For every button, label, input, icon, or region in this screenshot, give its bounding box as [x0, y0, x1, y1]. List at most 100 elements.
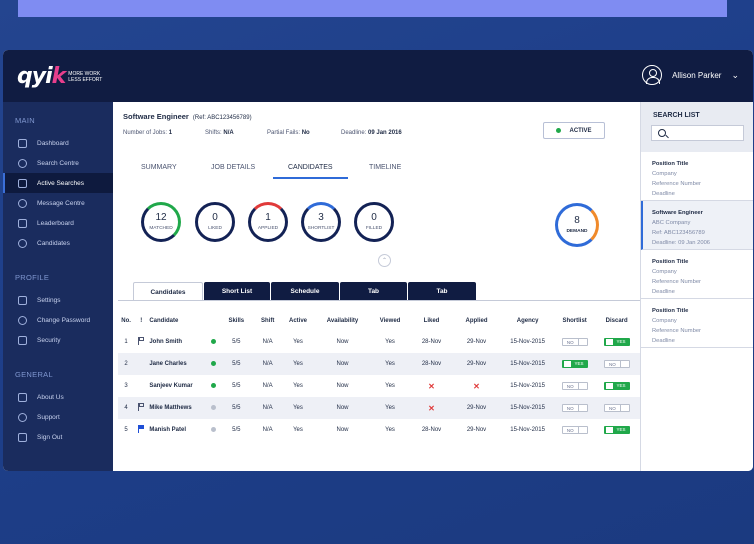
search-list-item[interactable]: Software Engineer ABC Company Ref: ABC1234… — [641, 201, 753, 250]
search-list-detail: Ref: ABC123456789 — [652, 230, 705, 236]
table-row[interactable]: 2 Jane Charles 5/5 N/A Yes Now Yes 28-Nov 29-Nov… — [118, 353, 640, 375]
column-header[interactable]: Liked — [409, 310, 454, 331]
leaderboard-icon — [18, 218, 27, 228]
column-header[interactable]: Availability — [314, 310, 371, 331]
stat-demand[interactable]: 8 DEMAND — [555, 203, 599, 247]
logo[interactable]: qyik MORE WORK LESS EFFORT — [17, 64, 104, 89]
sidebar-item-settings[interactable]: Settings — [3, 290, 113, 310]
user-name: Allison Parker — [672, 70, 722, 80]
stat-matched[interactable]: 12 MATCHED — [141, 202, 181, 242]
subtabs: Candidates Short List Schedule Tab Tab — [133, 282, 477, 301]
sidebar-item-sign-out[interactable]: Sign Out — [3, 427, 113, 447]
sidebar-item-leaderboard[interactable]: Leaderboard — [3, 213, 113, 233]
collapse-up-icon[interactable]: ⌃ — [378, 254, 391, 267]
flag-cell[interactable] — [134, 331, 148, 353]
subtab-candidates[interactable]: Candidates — [133, 282, 203, 301]
search-list-item[interactable]: Position Title Company Reference Number Dea… — [641, 299, 753, 348]
subtab-tab-1[interactable]: Tab — [340, 282, 407, 300]
discard-cell[interactable]: YES — [593, 375, 640, 397]
job-ref: (Ref: ABC123456789) — [192, 115, 252, 121]
flag-icon[interactable] — [137, 403, 145, 411]
candidate-name[interactable]: Mike Matthews — [148, 397, 207, 419]
subtab-tab-2[interactable]: Tab — [408, 282, 476, 300]
tab-candidates[interactable]: CANDIDATES — [288, 164, 333, 171]
column-header[interactable]: Shift — [254, 310, 282, 331]
sidebar-item-label: Search Centre — [37, 159, 79, 167]
column-header[interactable]: Candidate — [148, 310, 207, 331]
shortlist-cell[interactable]: NO — [555, 397, 594, 419]
viewed: Yes — [385, 339, 395, 345]
sidebar-item-support[interactable]: Support — [3, 407, 113, 427]
toggle-switch[interactable]: NO — [561, 338, 588, 346]
toggle-switch[interactable]: YES — [603, 337, 630, 346]
sidebar-item-dashboard[interactable]: Dashboard — [3, 133, 113, 153]
candidate-name[interactable]: Sanjeev Kumar — [148, 375, 207, 397]
availability: Now — [314, 353, 371, 375]
subtab-schedule[interactable]: Schedule — [271, 282, 339, 300]
shortlist-cell[interactable]: NO — [556, 331, 593, 353]
sidebar-item-security[interactable]: Security — [3, 330, 113, 350]
discard-cell[interactable]: YES — [593, 419, 640, 441]
column-header[interactable]: Skills — [219, 310, 253, 331]
flag-cell[interactable] — [134, 419, 148, 441]
sidebar-item-active-searches[interactable]: Active Searches — [3, 173, 113, 193]
column-header[interactable]: ! — [134, 310, 148, 331]
column-header[interactable]: Agency — [499, 310, 556, 331]
search-list-item[interactable]: Position Title Company Reference Number Dea… — [641, 250, 753, 299]
stat-liked[interactable]: 0 LIKED — [195, 202, 235, 242]
status-dot-icon — [210, 360, 216, 366]
column-header[interactable] — [207, 310, 219, 331]
toggle-switch[interactable]: YES — [603, 381, 630, 390]
shortlist-cell[interactable]: YES — [555, 353, 594, 375]
column-header[interactable]: Discard — [593, 310, 640, 331]
table-row[interactable]: 5 Manish Patel 5/5 N/A Yes Now Yes 28-Nov 29-Nov… — [118, 419, 640, 441]
flag-icon[interactable] — [137, 337, 145, 345]
toggle-switch[interactable]: YES — [561, 359, 588, 368]
position-title: Position Title — [652, 161, 689, 167]
table-row[interactable]: 3 Sanjeev Kumar 5/5 N/A Yes Now Yes ✕ ✕ 15-Nov-20… — [118, 375, 640, 397]
candidate-name[interactable]: Jane Charles — [148, 353, 207, 375]
subtab-short-list[interactable]: Short List — [204, 282, 270, 300]
search-list-input[interactable] — [651, 125, 744, 141]
candidate-name[interactable]: Manish Patel — [148, 419, 207, 441]
column-header[interactable]: Viewed — [371, 310, 409, 331]
tab-job-details[interactable]: JOB DETAILS — [211, 164, 255, 171]
sidebar-item-about-us[interactable]: About Us — [3, 387, 113, 407]
shifts: Shifts: N/A — [205, 130, 234, 136]
column-header[interactable]: Applied — [454, 310, 500, 331]
sidebar-item-message-centre[interactable]: Message Centre — [3, 193, 113, 213]
sidebar-item-candidates[interactable]: Candidates — [3, 233, 113, 253]
tab-timeline[interactable]: TIMELINE — [369, 164, 401, 171]
user-menu[interactable]: Allison Parker ⌄ — [642, 65, 739, 85]
column-header[interactable]: No. — [118, 310, 134, 331]
shortlist-cell[interactable]: NO — [556, 419, 593, 441]
toggle-switch[interactable]: NO — [603, 360, 630, 368]
discard-cell[interactable]: NO — [593, 397, 640, 419]
discard-cell[interactable]: NO — [593, 353, 640, 375]
table-row[interactable]: 4 Mike Matthews 5/5 N/A Yes Now Yes ✕ 29-Nov 15-N… — [118, 397, 640, 419]
toggle-switch[interactable]: NO — [561, 426, 588, 434]
tab-summary[interactable]: SUMMARY — [141, 164, 177, 171]
stat-shortlist[interactable]: 3 SHORTLIST — [301, 202, 341, 242]
discard-cell[interactable]: YES — [593, 331, 640, 353]
flag-cell[interactable] — [134, 375, 148, 397]
skills: 5/5 — [232, 339, 241, 345]
sidebar-item-change-password[interactable]: Change Password — [3, 310, 113, 330]
flag-icon[interactable] — [137, 425, 145, 433]
flag-cell[interactable] — [134, 397, 149, 419]
search-list-item[interactable]: Position Title Company Reference Number Dea… — [641, 152, 753, 201]
flag-cell[interactable] — [134, 353, 149, 375]
stat-applied[interactable]: 1 APPLIED — [248, 202, 288, 242]
toggle-switch[interactable]: NO — [561, 382, 588, 390]
toggle-switch[interactable]: NO — [561, 404, 588, 412]
column-header[interactable]: Shortlist — [556, 310, 593, 331]
candidate-name[interactable]: John Smith — [148, 331, 207, 353]
column-header[interactable]: Active — [282, 310, 314, 331]
shortlist-cell[interactable]: NO — [556, 375, 593, 397]
sidebar-section-general: GENERAL — [15, 370, 53, 379]
sidebar-item-search-centre[interactable]: Search Centre — [3, 153, 113, 173]
toggle-switch[interactable]: YES — [603, 425, 630, 434]
toggle-switch[interactable]: NO — [603, 404, 630, 412]
stat-filled[interactable]: 0 FILLED — [354, 202, 394, 242]
table-row[interactable]: 1 John Smith 5/5 N/A Yes Now Yes 28-Nov 29-Nov 15… — [118, 331, 640, 353]
